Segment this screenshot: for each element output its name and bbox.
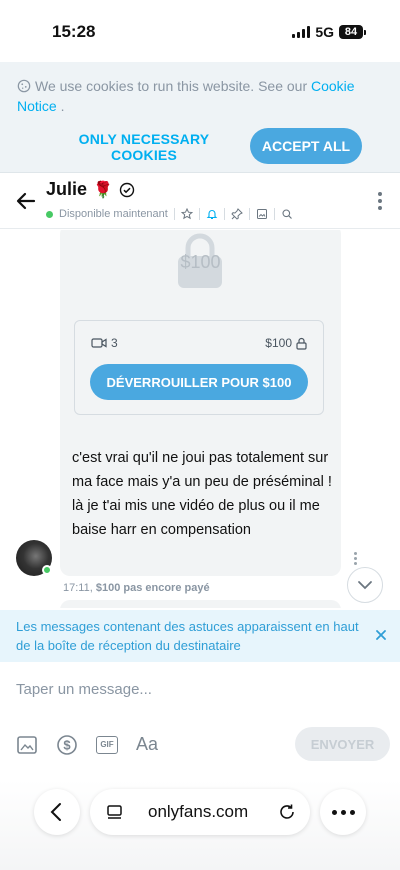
card-price-value: $100 (265, 336, 292, 350)
message-bubble: $100 3 $100 DÉVERROUILLER POUR $100 c'es… (60, 230, 341, 576)
chevron-down-icon (358, 581, 372, 590)
tabs-icon[interactable] (106, 803, 124, 821)
dollar-icon[interactable]: $ (56, 734, 78, 756)
status-indicators: 5G 84 (292, 24, 366, 40)
video-camera-icon (91, 338, 107, 348)
card-price: $100 (265, 336, 307, 350)
close-icon[interactable] (374, 628, 388, 642)
cookie-message: We use cookies to run this website. See … (35, 78, 311, 94)
chevron-left-icon (50, 803, 61, 821)
address-bar[interactable]: onlyfans.com (90, 789, 310, 835)
url-text[interactable]: onlyfans.com (148, 802, 248, 822)
locked-content-card: 3 $100 DÉVERROUILLER POUR $100 (74, 320, 324, 415)
message-options-icon[interactable] (354, 552, 357, 565)
browser-toolbar: onlyfans.com (0, 780, 400, 870)
unlock-button[interactable]: DÉVERROUILLER POUR $100 (90, 364, 308, 400)
video-count: 3 (91, 336, 118, 350)
chat-messages[interactable]: $100 3 $100 DÉVERROUILLER POUR $100 c'es… (0, 230, 400, 608)
message-time: 17:11, (63, 582, 93, 594)
media-icon[interactable] (16, 734, 38, 756)
locked-price: $100 (180, 252, 221, 272)
bell-icon[interactable] (206, 208, 218, 220)
contact-name-row[interactable]: Julie 🌹 (46, 179, 135, 200)
message-input[interactable] (16, 676, 376, 702)
online-indicator (46, 210, 53, 218)
browser-more-button[interactable] (320, 789, 366, 835)
accept-all-button[interactable]: ACCEPT ALL (250, 128, 362, 164)
cookie-text: We use cookies to run this website. See … (17, 76, 387, 116)
image-icon[interactable] (256, 208, 268, 220)
send-button[interactable]: ENVOYER (295, 727, 390, 761)
reload-icon[interactable] (277, 802, 297, 822)
status-bar: 15:28 5G 84 (0, 0, 400, 62)
tip-info-text: Les messages contenant des astuces appar… (16, 619, 359, 653)
message-text: c'est vrai qu'il ne joui pas totalement … (72, 450, 332, 538)
browser-back-button[interactable] (34, 789, 80, 835)
cookie-banner: We use cookies to run this website. See … (0, 62, 400, 173)
text-format-icon[interactable]: Aa (136, 734, 158, 755)
search-icon[interactable] (281, 208, 293, 220)
contact-status: Disponible maintenant (59, 208, 168, 220)
star-icon[interactable] (180, 208, 193, 220)
signal-icon (292, 26, 311, 38)
video-count-value: 3 (111, 336, 118, 350)
chat-header: Julie 🌹 Disponible maintenant (0, 173, 400, 229)
cookie-suffix: . (56, 98, 65, 114)
contact-name[interactable]: Julie (46, 179, 87, 200)
battery-level: 84 (339, 25, 363, 39)
rose-emoji: 🌹 (93, 181, 113, 199)
only-necessary-cookies-button[interactable]: ONLY NECESSARY COOKIES (46, 130, 242, 164)
svg-text:$: $ (63, 738, 71, 753)
avatar-online-indicator (42, 565, 52, 575)
status-time: 15:28 (52, 22, 96, 41)
message-composer: $ GIF Aa ENVOYER (0, 662, 400, 780)
scroll-down-button[interactable] (347, 567, 383, 603)
padlock-icon (296, 337, 307, 350)
back-arrow-icon[interactable] (14, 189, 38, 213)
contact-status-row: Disponible maintenant (46, 208, 293, 220)
gif-icon[interactable]: GIF (96, 736, 118, 754)
cookie-icon (17, 79, 31, 93)
more-options-icon[interactable] (378, 192, 382, 210)
pin-icon[interactable] (231, 208, 243, 220)
message-meta: 17:11, $100 pas encore payé (63, 582, 210, 594)
tip-info-banner: Les messages contenant des astuces appar… (0, 610, 400, 662)
battery-icon: 84 (339, 25, 366, 39)
next-message-bubble (60, 600, 341, 608)
network-label: 5G (315, 24, 334, 40)
verified-icon (119, 182, 135, 197)
payment-status: $100 pas encore payé (95, 582, 210, 594)
